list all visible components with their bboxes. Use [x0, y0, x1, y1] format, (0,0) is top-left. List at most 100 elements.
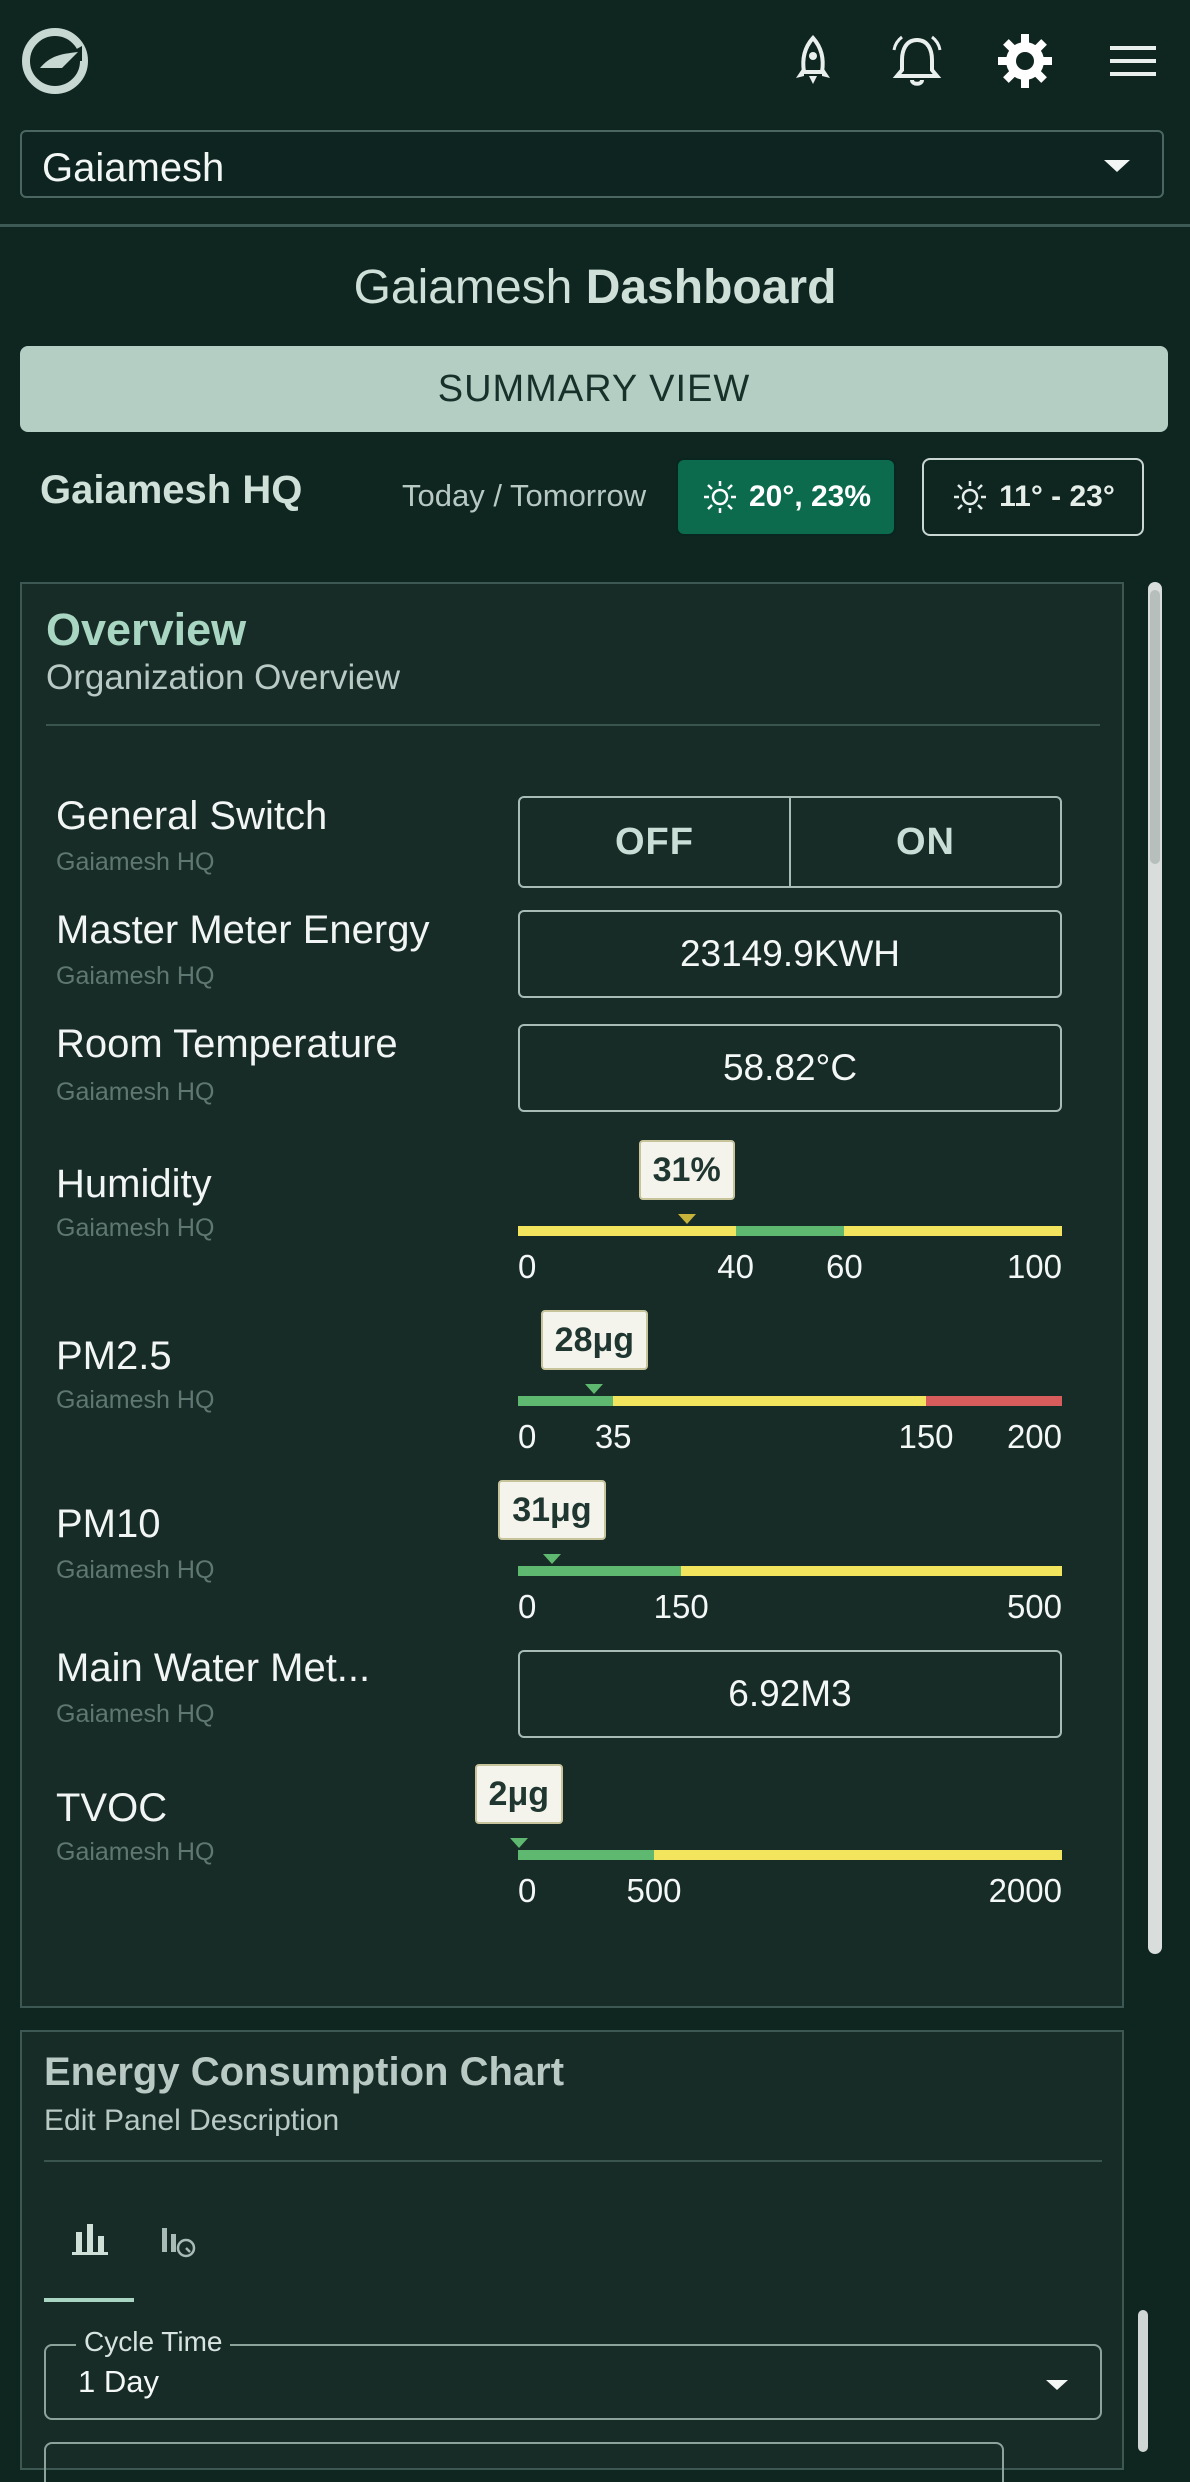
gauge-tick-label: 500 [626, 1872, 682, 1909]
rocket-icon[interactable] [782, 30, 844, 92]
summary-view-button[interactable]: SUMMARY VIEW [20, 346, 1168, 432]
master-meter-value: 23149.9KWH [518, 910, 1062, 998]
gauge-value-bubble: 31% [638, 1140, 735, 1200]
gauge-pointer [585, 1384, 604, 1394]
gauge-pointer [677, 1214, 696, 1224]
overview-title: Overview [46, 604, 247, 655]
room-temperature-value: 58.82°C [518, 1024, 1062, 1112]
energy-panel-title: Energy Consumption Chart [44, 2050, 565, 2094]
gauge-segment [518, 1566, 682, 1576]
water-meter-value: 6.92M3 [518, 1650, 1062, 1738]
organization-select[interactable]: Gaiamesh [20, 130, 1164, 198]
gauge-tick-label: 0 [518, 1588, 537, 1625]
gauge-tick-label: 0 [518, 1872, 537, 1909]
master-meter-location: Gaiamesh HQ [56, 962, 215, 990]
page-title-strong: Dashboard [585, 261, 837, 314]
general-switch-location: Gaiamesh HQ [56, 848, 215, 876]
humidity-location: Gaiamesh HQ [56, 1214, 215, 1242]
gauge-pointer [542, 1554, 561, 1564]
tvoc-gauge: 0 500 2000 2μg [474, 1764, 1062, 1910]
gauge-segment [681, 1566, 1062, 1576]
general-switch-label: General Switch [56, 794, 328, 838]
gauge-segment [518, 1396, 614, 1406]
tvoc-location: Gaiamesh HQ [56, 1838, 215, 1866]
gauge-segment [735, 1226, 845, 1236]
weather-today-value: 20°, 23% [748, 480, 872, 513]
gauge-tick-label: 40 [717, 1248, 754, 1285]
gauge-bar [518, 1226, 1062, 1236]
gauge-tick-label: 500 [1006, 1588, 1062, 1625]
gauge-bar [518, 1850, 1062, 1860]
gauge-segment [518, 1226, 736, 1236]
panel-divider [46, 724, 1100, 726]
chevron-down-icon [1104, 160, 1130, 172]
switch-off-button[interactable]: OFF [520, 798, 789, 886]
gauge-bar [518, 1566, 1062, 1576]
pm25-location: Gaiamesh HQ [56, 1386, 215, 1414]
header-divider [0, 224, 1190, 227]
bell-icon[interactable] [886, 30, 948, 92]
weather-today[interactable]: 20°, 23% [676, 458, 896, 536]
gauge-tick-label: 150 [653, 1588, 709, 1625]
app-logo[interactable] [20, 26, 90, 96]
overview-subtitle: Organization Overview [46, 658, 401, 697]
gauge-tick-label: 0 [518, 1418, 537, 1455]
next-field[interactable] [44, 2442, 1004, 2482]
gauge-segment [613, 1396, 926, 1406]
room-temperature-label: Room Temperature [56, 1022, 398, 1066]
gauge-value-bubble: 28μg [540, 1310, 649, 1370]
overview-panel: Overview Organization Overview General S… [20, 582, 1124, 2008]
humidity-label: Humidity [56, 1162, 212, 1206]
weather-label: Today / Tomorrow [402, 478, 647, 513]
tvoc-label: TVOC [56, 1786, 168, 1830]
gauge-segment [844, 1226, 1062, 1236]
gauge-tick-label: 200 [1006, 1418, 1062, 1455]
page-title: Gaiamesh Dashboard [0, 260, 1190, 315]
gauge-tick-label: 0 [518, 1248, 537, 1285]
energy-panel-subtitle: Edit Panel Description [44, 2104, 340, 2137]
cycle-time-select[interactable]: Cycle Time 1 Day [44, 2326, 1102, 2420]
pm10-gauge: 0 150 500 31μg [498, 1480, 1062, 1626]
page-title-prefix: Gaiamesh [353, 261, 573, 314]
gauge-pointer [509, 1838, 528, 1848]
site-name: Gaiamesh HQ [40, 468, 303, 512]
bar-chart-clock-icon[interactable] [148, 2210, 208, 2270]
cycle-time-label: Cycle Time [76, 2326, 231, 2358]
humidity-gauge: 0 40 60 100 31% [518, 1140, 1062, 1286]
general-switch-toggle: OFF ON [518, 796, 1062, 888]
weather-tomorrow-value: 11° - 23° [999, 480, 1115, 513]
bar-chart-icon[interactable] [60, 2210, 120, 2270]
gauge-segment [654, 1850, 1062, 1860]
water-meter-label: Main Water Met... [56, 1646, 371, 1690]
gear-icon[interactable] [994, 30, 1056, 92]
switch-on-button[interactable]: ON [789, 798, 1060, 886]
gauge-segment [518, 1850, 654, 1860]
overview-scrollbar-thumb[interactable] [1150, 590, 1160, 864]
gauge-tick-label: 2000 [988, 1872, 1062, 1909]
chevron-down-icon [1046, 2380, 1068, 2390]
active-tab-indicator [44, 2298, 134, 2302]
gauge-tick-label: 35 [594, 1418, 632, 1455]
top-bar [0, 0, 1190, 128]
gauge-value-bubble: 31μg [498, 1480, 606, 1540]
sun-icon [703, 481, 736, 513]
weather-tomorrow[interactable]: 11° - 23° [922, 458, 1144, 536]
pm10-location: Gaiamesh HQ [56, 1556, 215, 1584]
gauge-value-bubble: 2μg [474, 1764, 564, 1824]
cycle-time-value: 1 Day [78, 2364, 159, 2399]
pm25-label: PM2.5 [56, 1334, 172, 1378]
energy-consumption-panel: Energy Consumption Chart Edit Panel Desc… [20, 2030, 1124, 2482]
organization-select-value: Gaiamesh [42, 146, 225, 190]
sun-icon [954, 481, 987, 513]
pm25-gauge: 0 35 150 200 28μg [518, 1310, 1062, 1456]
gauge-bar [518, 1396, 1062, 1406]
page-scrollbar[interactable] [1138, 2310, 1148, 2452]
gauge-tick-label: 100 [1006, 1248, 1062, 1285]
gauge-tick-label: 150 [898, 1418, 954, 1455]
gauge-tick-label: 60 [826, 1248, 863, 1285]
pm10-label: PM10 [56, 1502, 161, 1546]
menu-icon[interactable] [1102, 30, 1164, 92]
panel-divider [44, 2160, 1102, 2162]
gauge-segment [925, 1396, 1062, 1406]
room-temperature-location: Gaiamesh HQ [56, 1078, 215, 1106]
